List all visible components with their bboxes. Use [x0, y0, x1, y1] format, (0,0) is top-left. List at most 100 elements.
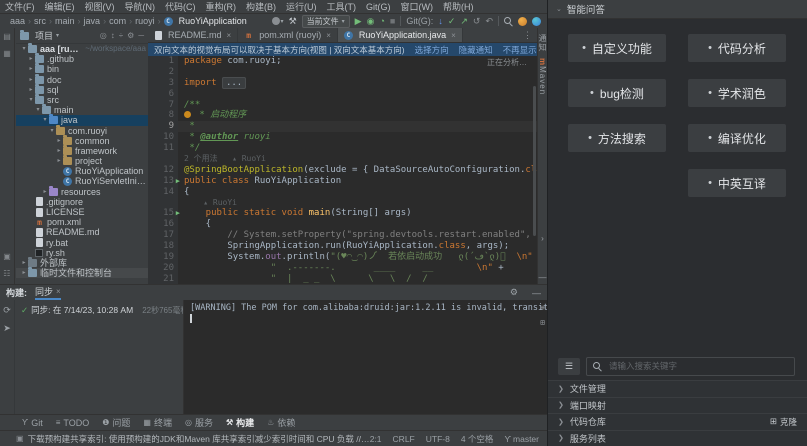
status-segment[interactable]: UTF-8	[426, 434, 450, 444]
close-icon[interactable]: ×	[227, 31, 232, 40]
run-config-select[interactable]: 当前文件▾	[302, 15, 350, 28]
project-tool-icon[interactable]: ▤	[3, 32, 11, 41]
expand-all-icon[interactable]: ↕	[111, 31, 115, 40]
hide-panel-icon[interactable]: ─	[138, 31, 144, 40]
code-line[interactable]: 12@SpringBootApplication(exclude = { Dat…	[148, 165, 537, 176]
menu-item[interactable]: 代码(C)	[160, 0, 201, 13]
code-line[interactable]: 3import ...	[148, 78, 537, 89]
tab-options-icon[interactable]: ⋮	[523, 30, 537, 41]
tree-item[interactable]: ▸外部库	[16, 258, 148, 268]
rollback-icon[interactable]: ↶	[485, 16, 493, 26]
code-line[interactable]: 6	[148, 89, 537, 100]
menu-item[interactable]: 编辑(E)	[40, 0, 80, 13]
code-line[interactable]: 17 // System.setProperty("spring.devtool…	[148, 230, 537, 241]
structure-tool-icon[interactable]: ▦	[3, 49, 11, 58]
code-line[interactable]: 10 * @author ruoyi	[148, 132, 537, 143]
editor-tab[interactable]: README.md×	[148, 28, 238, 42]
breadcrumb-item[interactable]: com	[107, 16, 128, 26]
breadcrumb-item[interactable]: java	[82, 16, 103, 26]
ai-action-button[interactable]: •学术润色	[688, 79, 786, 107]
ai-action-button[interactable]: •自定义功能	[568, 34, 666, 62]
code-line[interactable]: 14{	[148, 187, 537, 198]
ai-action-button[interactable]: •代码分析	[688, 34, 786, 62]
history-icon[interactable]: ↺	[473, 16, 481, 26]
minimize-icon[interactable]: —	[532, 288, 541, 298]
notifications-icon[interactable]	[518, 17, 527, 26]
ai-plugin-icon[interactable]	[532, 17, 541, 26]
code-line[interactable]: 1package com.ruoyi;	[148, 56, 537, 67]
tree-item[interactable]: README.md	[16, 227, 148, 237]
code-line[interactable]: 11 */	[148, 143, 537, 154]
scroll-to-end-icon[interactable]: ⊞	[540, 317, 545, 328]
banner-link[interactable]: 选择方向	[415, 45, 449, 55]
code-line[interactable]: 8 * 启动程序	[148, 110, 537, 121]
ai-action-button[interactable]: •编译优化	[688, 124, 786, 152]
pin-icon[interactable]: ➤	[3, 323, 11, 334]
tree-item[interactable]: ▸project	[16, 156, 148, 166]
code-editor[interactable]: 正在分析… 1package com.ruoyi;23import ...67/…	[148, 56, 537, 285]
menu-item[interactable]: 导航(N)	[120, 0, 161, 13]
git-update-icon[interactable]: ↓	[438, 16, 443, 26]
chevron-expanded-icon[interactable]: ▾	[41, 115, 49, 125]
status-segment[interactable]: CRLF	[393, 434, 415, 444]
tree-item[interactable]: ▸common	[16, 136, 148, 146]
user-avatar[interactable]: ▾	[272, 17, 284, 25]
chevron-collapsed-icon[interactable]: ▸	[27, 64, 35, 74]
ai-section-端口映射[interactable]: ❯端口映射	[548, 397, 807, 414]
chevron-down-icon[interactable]: ⌄	[556, 5, 562, 13]
menu-item[interactable]: 重构(R)	[201, 0, 242, 13]
minimize-stripe-icon[interactable]: —	[539, 273, 547, 282]
tree-item[interactable]: ▾src	[16, 95, 148, 105]
ai-action-button[interactable]: •bug检测	[568, 79, 666, 107]
chevron-collapsed-icon[interactable]: ▸	[20, 258, 28, 268]
ai-action-button[interactable]: •中英互译	[688, 169, 786, 197]
intention-bulb-icon[interactable]	[184, 111, 191, 118]
code-line[interactable]: 2	[148, 67, 537, 78]
status-segment[interactable]: 2:1	[370, 434, 382, 444]
menu-item[interactable]: 视图(V)	[80, 0, 120, 13]
tree-item[interactable]: ▾java	[16, 115, 148, 125]
code-line[interactable]: 16 {	[148, 219, 537, 230]
menu-item[interactable]: 构建(B)	[241, 0, 281, 13]
tool-window-button-依赖[interactable]: ♨依赖	[267, 416, 295, 429]
inlay-hint[interactable]: 2 个用法 ▴ RuoYi	[178, 154, 266, 165]
chevron-collapsed-icon[interactable]: ▸	[55, 146, 63, 156]
tool-window-button-构建[interactable]: ⚒构建	[226, 416, 254, 429]
chevron-collapsed-icon[interactable]: ▸	[41, 187, 49, 197]
ai-action-button[interactable]: •方法搜索	[568, 124, 666, 152]
search-input[interactable]	[607, 360, 788, 372]
tab-sync[interactable]: 同步 ×	[35, 285, 61, 300]
tree-item[interactable]: CRuoYiApplication	[16, 166, 148, 176]
banner-link[interactable]: 不再显示	[503, 45, 537, 55]
tree-item[interactable]: ry.sh	[16, 248, 148, 258]
ai-section-文件管理[interactable]: ❯文件管理	[548, 380, 807, 397]
banner-link[interactable]: 隐藏通知	[459, 45, 493, 55]
search-everywhere-icon[interactable]	[504, 17, 513, 26]
chevron-expanded-icon[interactable]: ▾	[20, 44, 28, 54]
chevron-collapsed-icon[interactable]: ▸	[55, 136, 63, 146]
breadcrumb-item[interactable]: src	[32, 16, 48, 26]
menu-item[interactable]: Git(G)	[361, 2, 396, 12]
git-branch-widget[interactable]: ϒmaster	[504, 434, 539, 444]
code-line[interactable]: 19 System.out.println("(♥◠‿◠)ノ゙ 若依启动成功 ლ…	[148, 252, 537, 263]
code-line[interactable]: 13▶public class RuoYiApplication	[148, 176, 537, 187]
build-hammer-icon[interactable]: ⚒	[289, 16, 297, 26]
stop-icon[interactable]: ■	[390, 16, 395, 26]
chevron-down-icon[interactable]: ▾	[56, 32, 59, 39]
menu-item[interactable]: 运行(U)	[281, 0, 322, 13]
clone-button[interactable]: ⊞克隆	[770, 416, 797, 428]
tree-item[interactable]: ry.bat	[16, 238, 148, 248]
menu-item[interactable]: 工具(T)	[322, 0, 362, 13]
tree-item[interactable]: ▸framework	[16, 146, 148, 156]
gear-icon[interactable]: ⚙	[510, 287, 518, 298]
breadcrumb-item[interactable]: ruoyi	[133, 16, 157, 26]
breadcrumb-item-current[interactable]: CRuoYiApplication	[162, 16, 249, 26]
chevron-collapsed-icon[interactable]: ▸	[20, 268, 28, 278]
run-icon[interactable]: ▶	[355, 16, 362, 26]
tree-item[interactable]: ▾main	[16, 105, 148, 115]
collapse-all-icon[interactable]: ÷	[119, 31, 123, 40]
debug-icon[interactable]: ◉	[367, 16, 375, 26]
tree-item[interactable]: ▸临时文件和控制台	[16, 268, 148, 278]
status-segment[interactable]: 4 个空格	[461, 433, 494, 445]
chevron-collapsed-icon[interactable]: ▸	[27, 54, 35, 64]
